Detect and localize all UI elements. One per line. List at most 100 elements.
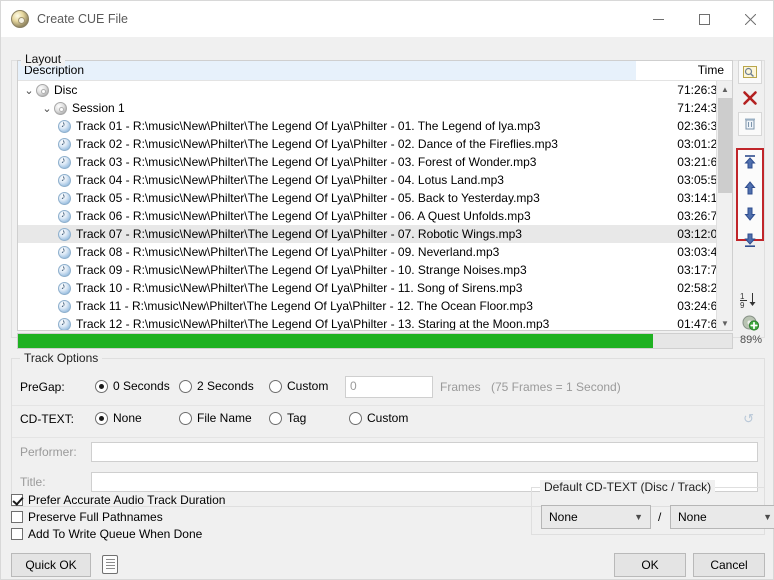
add-disc-icon[interactable] [738, 310, 762, 334]
column-header-time[interactable]: Time [637, 61, 732, 80]
row-description-cell: Track 11 - R:\music\New\Philter\The Lege… [18, 299, 637, 313]
close-button[interactable] [727, 1, 773, 37]
scroll-down-icon[interactable]: ▼ [717, 315, 732, 330]
list-scrollbar[interactable]: ▲ ▼ [716, 81, 732, 330]
audio-track-icon [58, 155, 71, 169]
maximize-button[interactable] [681, 1, 727, 37]
table-row[interactable]: Track 10 - R:\music\New\Philter\The Lege… [18, 279, 732, 297]
audio-track-icon [58, 119, 71, 133]
table-row[interactable]: Track 03 - R:\music\New\Philter\The Lege… [18, 153, 732, 171]
progress-bar [17, 333, 733, 349]
svg-text:9: 9 [740, 301, 745, 309]
checkbox-label: Prefer Accurate Audio Track Duration [28, 493, 226, 507]
row-description-cell: Track 01 - R:\music\New\Philter\The Lege… [18, 119, 637, 133]
minimize-button[interactable] [635, 1, 681, 37]
row-label: Track 03 - R:\music\New\Philter\The Lege… [76, 155, 537, 169]
check-mark [11, 528, 23, 540]
table-row[interactable]: Track 11 - R:\music\New\Philter\The Lege… [18, 297, 732, 315]
table-row[interactable]: ⌄ Session 1 71:24:35 [18, 99, 732, 117]
default-cdtext-label: Default CD-TEXT (Disc / Track) [540, 480, 716, 494]
table-row[interactable]: ⌄ Disc 71:26:35 [18, 81, 732, 99]
column-header-description[interactable]: Description [18, 61, 637, 80]
refresh-icon[interactable]: ↺ [743, 411, 754, 427]
table-row[interactable]: Track 01 - R:\music\New\Philter\The Lege… [18, 117, 732, 135]
frames-label: Frames [440, 380, 481, 394]
audio-track-icon [58, 263, 71, 277]
move-up-button[interactable] [738, 176, 762, 200]
checkbox-label: Add To Write Queue When Done [28, 527, 203, 541]
chevron-down-icon: ▼ [763, 512, 772, 522]
log-icon[interactable] [102, 555, 118, 574]
move-to-bottom-button[interactable] [738, 228, 762, 252]
radio-mark [179, 411, 192, 425]
row-label: Track 09 - R:\music\New\Philter\The Lege… [76, 263, 527, 277]
row-label: Track 07 - R:\music\New\Philter\The Lege… [76, 227, 522, 241]
pregap-radio-custom[interactable]: Custom [269, 379, 328, 393]
list-body: ⌄Disc71:26:35⌄Session 171:24:35Track 01 … [18, 81, 732, 330]
table-row[interactable]: Track 04 - R:\music\New\Philter\The Lege… [18, 171, 732, 189]
sort-1-9-icon[interactable]: 1 9 [738, 288, 762, 312]
table-row[interactable]: Track 08 - R:\music\New\Philter\The Lege… [18, 243, 732, 261]
row-label: Track 11 - R:\music\New\Philter\The Lege… [76, 299, 533, 313]
table-row[interactable]: Track 02 - R:\music\New\Philter\The Lege… [18, 135, 732, 153]
row-label: Disc [54, 83, 78, 97]
scrollbar-thumb[interactable] [718, 98, 732, 193]
radio-mark [95, 379, 108, 393]
cancel-button[interactable]: Cancel [693, 553, 765, 577]
radio-mark [269, 379, 282, 393]
row-description-cell: Track 07 - R:\music\New\Philter\The Lege… [18, 227, 637, 241]
row-description-cell: Track 12 - R:\music\New\Philter\The Lege… [18, 317, 637, 330]
pregap-radio-2-seconds[interactable]: 2 Seconds [179, 379, 254, 393]
disc-icon [36, 83, 49, 97]
move-down-button[interactable] [738, 202, 762, 226]
trash-icon[interactable] [738, 112, 762, 136]
pregap-radio-0-seconds[interactable]: 0 Seconds [95, 379, 170, 393]
default-cdtext-track-select[interactable]: None ▼ [670, 505, 774, 529]
row-label: Session 1 [72, 101, 125, 115]
checkbox-prefer-accurate-audio-track-duration[interactable]: Prefer Accurate Audio Track Duration [11, 493, 225, 507]
default-cdtext-disc-select[interactable]: None ▼ [541, 505, 651, 529]
table-row[interactable]: Track 05 - R:\music\New\Philter\The Lege… [18, 189, 732, 207]
cdtext-radio-none[interactable]: None [95, 411, 142, 425]
checkbox-add-to-write-queue-when-done[interactable]: Add To Write Queue When Done [11, 527, 202, 541]
disc-icon [11, 10, 29, 28]
pregap-label: PreGap: [20, 380, 65, 394]
radio-label: Custom [287, 379, 329, 393]
checkbox-preserve-full-pathnames[interactable]: Preserve Full Pathnames [11, 510, 163, 524]
cdtext-label: CD-TEXT: [20, 412, 74, 426]
row-label: Track 01 - R:\music\New\Philter\The Lege… [76, 119, 541, 133]
performer-input[interactable] [91, 442, 758, 462]
table-row[interactable]: Track 06 - R:\music\New\Philter\The Lege… [18, 207, 732, 225]
move-to-top-button[interactable] [738, 150, 762, 174]
checkbox-label: Preserve Full Pathnames [28, 510, 163, 524]
ok-button[interactable]: OK [614, 553, 686, 577]
check-mark [11, 494, 23, 506]
browse-icon[interactable] [738, 60, 762, 84]
divider [12, 405, 764, 406]
audio-track-icon [58, 173, 71, 187]
check-mark [11, 511, 23, 523]
cdtext-radio-tag[interactable]: Tag [269, 411, 306, 425]
quick-ok-button[interactable]: Quick OK [11, 553, 91, 577]
chevron-down-icon[interactable]: ⌄ [40, 102, 54, 115]
audio-track-icon [58, 137, 71, 151]
frames-hint: (75 Frames = 1 Second) [491, 380, 621, 394]
title-label: Title: [20, 475, 46, 489]
row-label: Track 06 - R:\music\New\Philter\The Lege… [76, 209, 531, 223]
scroll-up-icon[interactable]: ▲ [717, 81, 732, 97]
performer-label: Performer: [20, 445, 77, 459]
audio-track-icon [58, 209, 71, 223]
remove-icon[interactable] [738, 86, 762, 110]
table-row[interactable]: Track 09 - R:\music\New\Philter\The Lege… [18, 261, 732, 279]
audio-track-icon [58, 317, 71, 330]
table-row[interactable]: Track 12 - R:\music\New\Philter\The Lege… [18, 315, 732, 330]
track-list[interactable]: Description Time ⌄ Disc 71:26:35 ⌄ Session 1… [17, 60, 733, 331]
row-description-cell: ⌄ Disc [18, 83, 637, 97]
pregap-frames-input[interactable]: 0 [345, 376, 433, 398]
chevron-down-icon[interactable]: ⌄ [22, 84, 36, 97]
cdtext-radio-file-name[interactable]: File Name [179, 411, 252, 425]
radio-label: File Name [197, 411, 252, 425]
list-header: Description Time [18, 61, 732, 81]
cdtext-radio-custom[interactable]: Custom [349, 411, 408, 425]
table-row[interactable]: Track 07 - R:\music\New\Philter\The Lege… [18, 225, 732, 243]
